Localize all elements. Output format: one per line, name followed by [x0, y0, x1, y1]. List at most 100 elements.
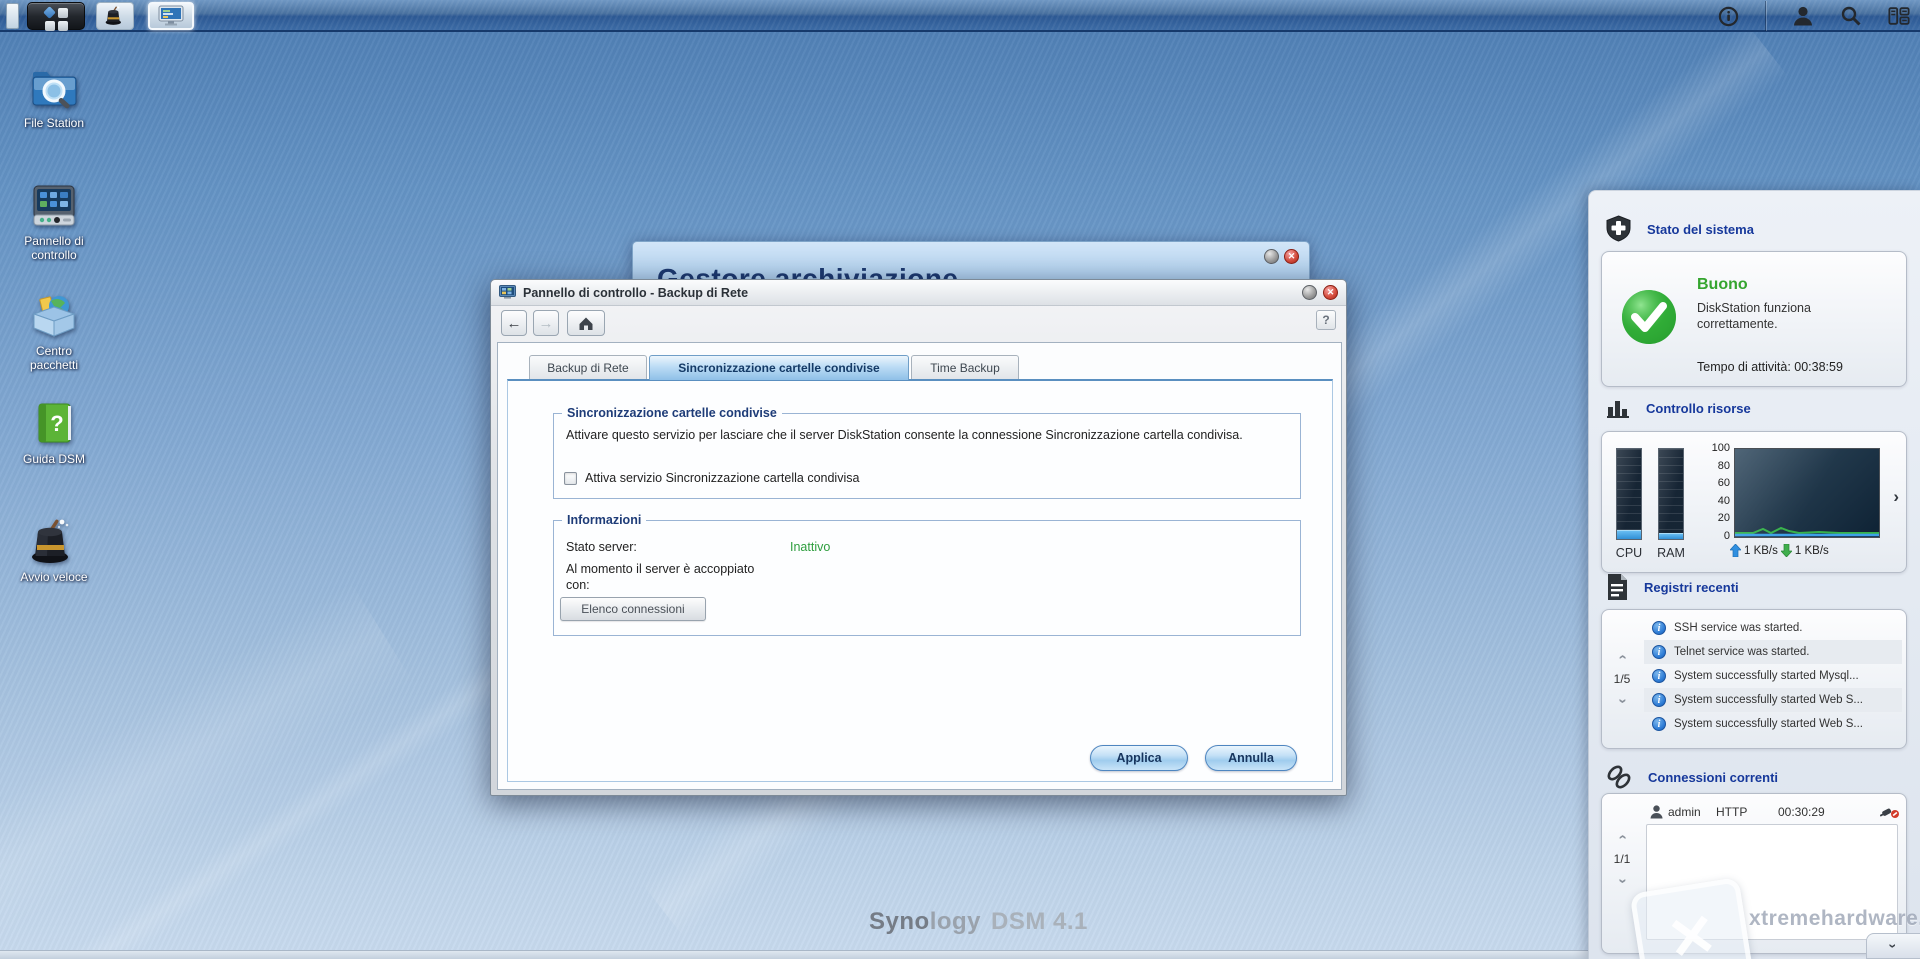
- magic-hat-icon: [105, 6, 121, 25]
- connection-row[interactable]: admin HTTP 00:30:29: [1650, 802, 1900, 822]
- sync-service-fieldset: Sincronizzazione cartelle condivise Atti…: [553, 406, 1301, 499]
- tab-sincronizzazione[interactable]: Sincronizzazione cartelle condivise: [649, 355, 909, 380]
- enable-service-label[interactable]: Attiva servizio Sincronizzazione cartell…: [585, 470, 859, 486]
- log-entry[interactable]: i System successfully started Web S...: [1644, 712, 1902, 736]
- notifications-info-icon[interactable]: [1717, 5, 1739, 27]
- connection-time: 00:30:29: [1778, 805, 1825, 819]
- log-entry[interactable]: i System successfully started Web S...: [1644, 688, 1902, 712]
- status-description: DiskStation funziona correttamente.: [1697, 301, 1811, 331]
- monitor-icon: [158, 5, 184, 26]
- light-beam: [0, 580, 414, 959]
- desktop-icon-label: Pannello di controllo: [24, 234, 84, 262]
- cpu-label: CPU: [1615, 546, 1643, 560]
- current-connections-title: Connessioni correnti: [1648, 769, 1779, 785]
- help-button[interactable]: ?: [1316, 310, 1336, 330]
- close-button[interactable]: ✕: [1284, 249, 1299, 264]
- system-status-card: Buono DiskStation funziona correttamente…: [1601, 251, 1907, 387]
- control-panel-dialog: Pannello di controllo - Backup di Rete ✕…: [490, 279, 1347, 796]
- sidebar-collapse-button[interactable]: ›: [1866, 933, 1920, 959]
- tab-backup-di-rete[interactable]: Backup di Rete: [529, 355, 647, 380]
- desktop-icon-label: Centro pacchetti: [29, 344, 79, 372]
- log-entry[interactable]: i SSH service was started.: [1644, 616, 1902, 640]
- control-panel-icon: [29, 182, 79, 230]
- search-icon[interactable]: [1840, 5, 1862, 27]
- dialog-minimize-button[interactable]: [1302, 285, 1317, 300]
- desktop-icon-dsm-help[interactable]: ? Guida DSM: [0, 400, 108, 467]
- system-status-title: Stato del sistema: [1647, 221, 1754, 237]
- dialog-title: Pannello di controllo - Backup di Rete: [523, 285, 749, 300]
- home-button[interactable]: [567, 310, 605, 336]
- cancel-button[interactable]: Annulla: [1205, 745, 1297, 771]
- forward-button[interactable]: →: [533, 310, 559, 336]
- desktop-icon-control-panel[interactable]: Pannello di controllo: [0, 182, 108, 262]
- upload-rate: 1 KB/s: [1744, 544, 1778, 557]
- tab-time-backup[interactable]: Time Backup: [911, 355, 1019, 380]
- main-menu-button[interactable]: [27, 2, 85, 31]
- sync-fieldset-legend: Sincronizzazione cartelle condivise: [562, 406, 782, 420]
- user-icon: [1650, 805, 1663, 819]
- control-panel-mini-icon: [499, 285, 516, 300]
- ram-gauge: [1658, 448, 1684, 540]
- log-entry[interactable]: i Telnet service was started.: [1644, 640, 1902, 664]
- minimize-button[interactable]: [1264, 249, 1279, 264]
- cpu-gauge: [1616, 448, 1642, 540]
- dialog-toolbar: ← → ?: [491, 306, 1346, 342]
- connection-protocol: HTTP: [1716, 805, 1748, 819]
- pilot-view-sidebar: Stato del sistema Buono DiskStation funz…: [1588, 190, 1920, 959]
- info-fieldset: Informazioni Stato server: Inattivo Al m…: [553, 513, 1301, 636]
- dialog-close-button[interactable]: ✕: [1323, 285, 1338, 300]
- server-status-value: Inattivo: [790, 540, 831, 554]
- ram-label: RAM: [1657, 546, 1685, 560]
- connections-page-up[interactable]: ›: [1613, 832, 1630, 842]
- info-icon: i: [1652, 693, 1666, 707]
- server-status-label: Stato server:: [566, 540, 637, 554]
- logs-page-down[interactable]: ›: [1614, 696, 1631, 706]
- log-entry[interactable]: i System successfully started Mysql...: [1644, 664, 1902, 688]
- connection-list-button[interactable]: Elenco connessioni: [560, 597, 706, 621]
- recent-logs-title: Registri recenti: [1644, 579, 1739, 595]
- desktop-icon-package-center[interactable]: Centro pacchetti: [0, 292, 108, 372]
- connection-user: admin: [1668, 805, 1701, 819]
- resource-monitor-card: CPU RAM 100 80 60 40 20 0 1 KB/s 1 KB/s …: [1601, 431, 1907, 573]
- apply-button[interactable]: Applica: [1090, 745, 1188, 771]
- pilot-view-icon[interactable]: [1888, 5, 1910, 27]
- dialog-content: Backup di Rete Sincronizzazione cartelle…: [497, 342, 1342, 790]
- logs-page-up[interactable]: ›: [1613, 652, 1630, 662]
- taskbar-quick-start-button[interactable]: [96, 2, 134, 30]
- download-rate: 1 KB/s: [1794, 544, 1829, 557]
- dialog-titlebar[interactable]: Pannello di controllo - Backup di Rete ✕: [491, 280, 1346, 306]
- user-menu-icon[interactable]: [1792, 5, 1814, 27]
- tab-panel: Sincronizzazione cartelle condivise Atti…: [507, 379, 1333, 782]
- link-icon: [1607, 765, 1631, 789]
- status-value: Buono: [1697, 276, 1748, 293]
- desktop-screen: File Station Pannello di controllo Centr…: [0, 0, 1920, 959]
- desktop-icon-label: File Station: [23, 116, 85, 130]
- home-icon: [579, 317, 593, 330]
- enable-service-checkbox[interactable]: [564, 471, 577, 485]
- disconnect-icon[interactable]: [1880, 805, 1900, 819]
- taskbar-storage-manager-button[interactable]: [148, 2, 194, 30]
- desktop-icon-quick-start[interactable]: Avvio veloce: [0, 518, 108, 585]
- file-station-icon: [29, 64, 79, 112]
- info-fieldset-legend: Informazioni: [562, 513, 647, 527]
- show-desktop-button[interactable]: [6, 3, 19, 29]
- back-button[interactable]: ←: [501, 310, 527, 336]
- logs-page-indicator: 1/5: [1613, 672, 1631, 686]
- desktop-icon-file-station[interactable]: File Station: [0, 64, 108, 131]
- document-icon: [1608, 574, 1627, 600]
- network-rates: 1 KB/s 1 KB/s: [1730, 544, 1829, 557]
- resource-expand-button[interactable]: ›: [1893, 487, 1899, 507]
- svg-text:?: ?: [50, 411, 63, 436]
- package-center-icon: [29, 292, 79, 340]
- upload-arrow-icon: [1730, 544, 1741, 557]
- connections-page-down[interactable]: ›: [1614, 876, 1631, 886]
- resource-monitor-title: Controllo risorse: [1646, 400, 1751, 416]
- bar-chart-icon: [1607, 401, 1629, 418]
- logs-pager: › 1/5 ›: [1602, 610, 1642, 748]
- magic-hat-icon: [29, 518, 79, 566]
- info-icon: i: [1652, 717, 1666, 731]
- info-icon: i: [1652, 669, 1666, 683]
- network-chart-yaxis: 100 80 60 40 20 0: [1711, 442, 1730, 542]
- download-arrow-icon: [1780, 544, 1792, 557]
- info-icon: i: [1652, 621, 1666, 635]
